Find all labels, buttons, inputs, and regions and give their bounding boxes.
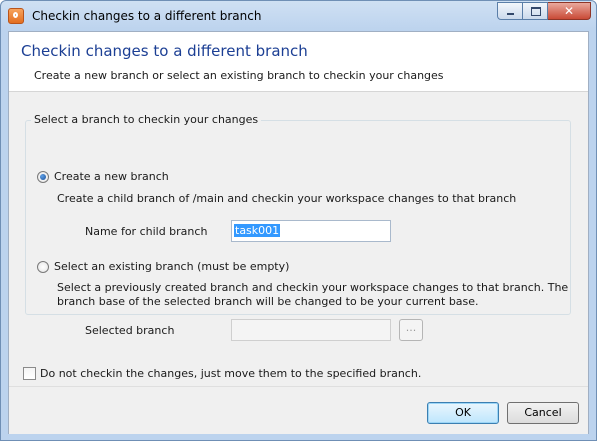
maximize-icon (531, 7, 541, 16)
child-branch-name-value: task001 (234, 224, 281, 237)
close-icon: ✕ (563, 4, 575, 18)
existing-branch-description-line1: Select a previously created branch and c… (57, 281, 569, 294)
cancel-button[interactable]: Cancel (507, 402, 579, 424)
dialog-window: Checkin changes to a different branch ✕ … (0, 0, 597, 441)
minimize-button[interactable] (497, 2, 523, 20)
header-subtitle: Create a new branch or select an existin… (34, 69, 444, 82)
new-branch-radio[interactable] (37, 171, 49, 183)
dialog-body: Select a branch to checkin your changes … (9, 92, 588, 386)
dialog-content: Checkin changes to a different branch Cr… (8, 31, 589, 434)
new-branch-description: Create a child branch of /main and check… (57, 192, 517, 205)
window-title: Checkin changes to a different branch (32, 9, 262, 23)
move-only-checkbox[interactable] (23, 367, 36, 380)
existing-branch-description-line2: branch base of the selected branch will … (57, 295, 479, 308)
dialog-header: Checkin changes to a different branch Cr… (9, 32, 588, 92)
minimize-icon (507, 13, 514, 15)
browse-branch-button[interactable]: ... (399, 319, 423, 341)
ok-button[interactable]: OK (427, 402, 499, 424)
move-only-label[interactable]: Do not checkin the changes, just move th… (40, 367, 421, 380)
groupbox-title: Select a branch to checkin your changes (31, 113, 262, 126)
existing-branch-label[interactable]: Select an existing branch (must be empty… (54, 260, 289, 273)
close-button[interactable]: ✕ (548, 2, 591, 20)
child-branch-name-label: Name for child branch (85, 225, 208, 238)
maximize-button[interactable] (523, 2, 548, 20)
child-branch-name-input[interactable]: task001 (231, 220, 391, 242)
dialog-footer: OK Cancel (9, 386, 588, 434)
new-branch-label[interactable]: Create a new branch (54, 170, 169, 183)
selected-branch-input[interactable] (231, 319, 391, 341)
app-icon (8, 8, 24, 24)
existing-branch-radio[interactable] (37, 261, 49, 273)
title-bar[interactable]: Checkin changes to a different branch ✕ (1, 1, 596, 31)
selected-branch-label: Selected branch (85, 324, 175, 337)
header-title: Checkin changes to a different branch (21, 42, 308, 60)
window-controls: ✕ (497, 2, 591, 21)
